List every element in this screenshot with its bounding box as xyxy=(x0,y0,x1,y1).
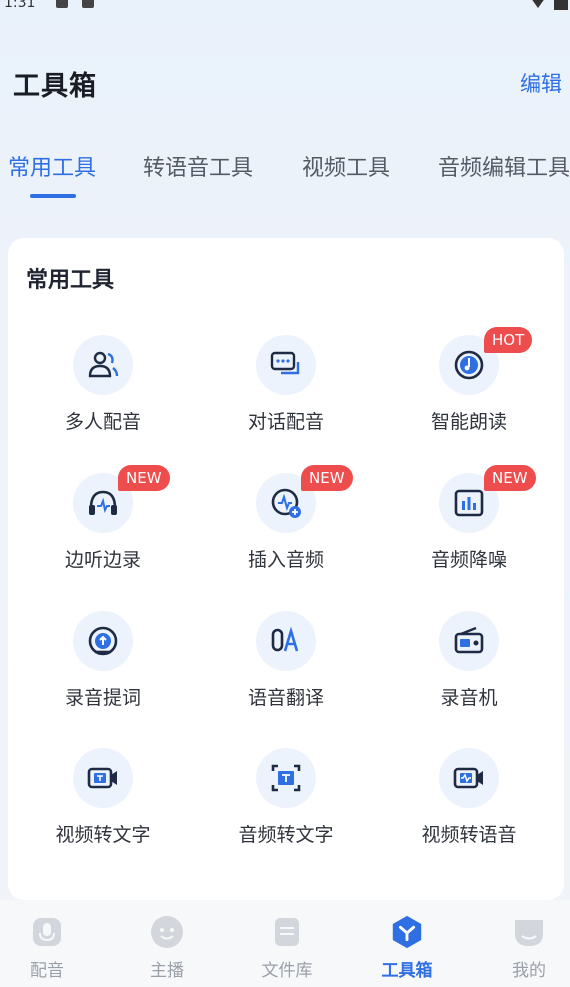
file-icon xyxy=(269,914,305,950)
nav-toolbox[interactable]: 工具箱 xyxy=(350,900,464,987)
tool-smart-reading[interactable]: HOT 智能朗读 xyxy=(379,327,559,445)
tool-teleprompter[interactable]: 录音提词 xyxy=(13,611,193,721)
app-notification-icon xyxy=(82,0,94,8)
tab-audio-edit-tools[interactable]: 音频编辑工具 xyxy=(438,150,570,182)
toolbox-icon xyxy=(389,914,425,950)
battery-icon xyxy=(554,0,568,10)
nav-label: 主播 xyxy=(150,961,184,981)
edit-button[interactable]: 编辑 xyxy=(520,68,562,98)
tool-multi-dubbing[interactable]: 多人配音 xyxy=(13,335,193,445)
nav-label: 工具箱 xyxy=(381,961,433,981)
new-badge: NEW xyxy=(484,465,536,491)
profile-icon xyxy=(511,914,547,950)
radio-icon xyxy=(439,611,499,671)
tab-bar: 常用工具 转语音工具 视频工具 音频编辑工具 xyxy=(0,150,570,200)
tab-active-indicator xyxy=(30,194,76,198)
wifi-icon xyxy=(528,0,548,8)
new-badge: NEW xyxy=(301,465,353,491)
video-to-text-icon xyxy=(73,748,133,808)
hot-badge: HOT xyxy=(484,327,533,353)
tool-label: 边听边录 xyxy=(64,549,141,571)
teleprompter-icon xyxy=(73,611,133,671)
notification-icon xyxy=(56,0,68,8)
tool-listen-record[interactable]: NEW 边听边录 xyxy=(13,465,193,583)
mic-icon xyxy=(29,914,65,950)
tool-label: 录音机 xyxy=(440,687,498,709)
tool-recorder[interactable]: 录音机 xyxy=(379,611,559,721)
tool-noise-reduction[interactable]: NEW 音频降噪 xyxy=(379,465,559,583)
nav-file-library[interactable]: 文件库 xyxy=(230,900,344,987)
tab-tts-tools[interactable]: 转语音工具 xyxy=(143,150,253,182)
nav-anchor[interactable]: 主播 xyxy=(110,900,224,987)
tool-label: 视频转语音 xyxy=(421,824,517,846)
tool-dialogue-dubbing[interactable]: 对话配音 xyxy=(196,335,376,445)
status-time: 1:31 xyxy=(4,0,36,11)
tab-video-tools[interactable]: 视频工具 xyxy=(302,150,390,182)
tool-video-to-text[interactable]: 视频转文字 xyxy=(13,748,193,858)
nav-dubbing[interactable]: 配音 xyxy=(0,900,104,987)
tool-video-to-voice[interactable]: 视频转语音 xyxy=(379,748,559,858)
header: 工具箱 编辑 xyxy=(0,56,570,112)
section-title: 常用工具 xyxy=(26,268,115,293)
translate-icon xyxy=(256,611,316,671)
nav-label: 配音 xyxy=(30,961,64,981)
tool-label: 视频转文字 xyxy=(55,824,151,846)
new-badge: NEW xyxy=(118,465,170,491)
tools-card: 常用工具 多人配音 对话配音 HOT 智能朗读 NEW 边听边录 NEW 插入音… xyxy=(8,238,564,900)
video-to-voice-icon xyxy=(439,748,499,808)
nav-profile[interactable]: 我的 xyxy=(472,900,570,987)
tool-voice-translate[interactable]: 语音翻译 xyxy=(196,611,376,721)
tool-label: 对话配音 xyxy=(247,411,324,433)
tool-label: 插入音频 xyxy=(247,549,324,571)
people-icon xyxy=(73,335,133,395)
tool-label: 音频降噪 xyxy=(430,549,507,571)
tool-label: 音频转文字 xyxy=(238,824,334,846)
nav-label: 文件库 xyxy=(261,961,313,981)
page-title: 工具箱 xyxy=(13,71,97,102)
anchor-face-icon xyxy=(149,914,185,950)
tab-common-tools[interactable]: 常用工具 xyxy=(8,150,96,182)
audio-to-text-icon xyxy=(256,748,316,808)
tool-label: 智能朗读 xyxy=(430,411,507,433)
tool-audio-to-text[interactable]: 音频转文字 xyxy=(196,748,376,858)
bottom-nav: 配音 主播 文件库 工具箱 我的 xyxy=(0,900,570,987)
nav-label: 我的 xyxy=(512,961,546,981)
chat-icon xyxy=(256,335,316,395)
tool-label: 录音提词 xyxy=(64,687,141,709)
status-bar: 1:31 xyxy=(0,0,570,16)
tool-label: 语音翻译 xyxy=(247,687,324,709)
tool-insert-audio[interactable]: NEW 插入音频 xyxy=(196,465,376,583)
tool-label: 多人配音 xyxy=(64,411,141,433)
